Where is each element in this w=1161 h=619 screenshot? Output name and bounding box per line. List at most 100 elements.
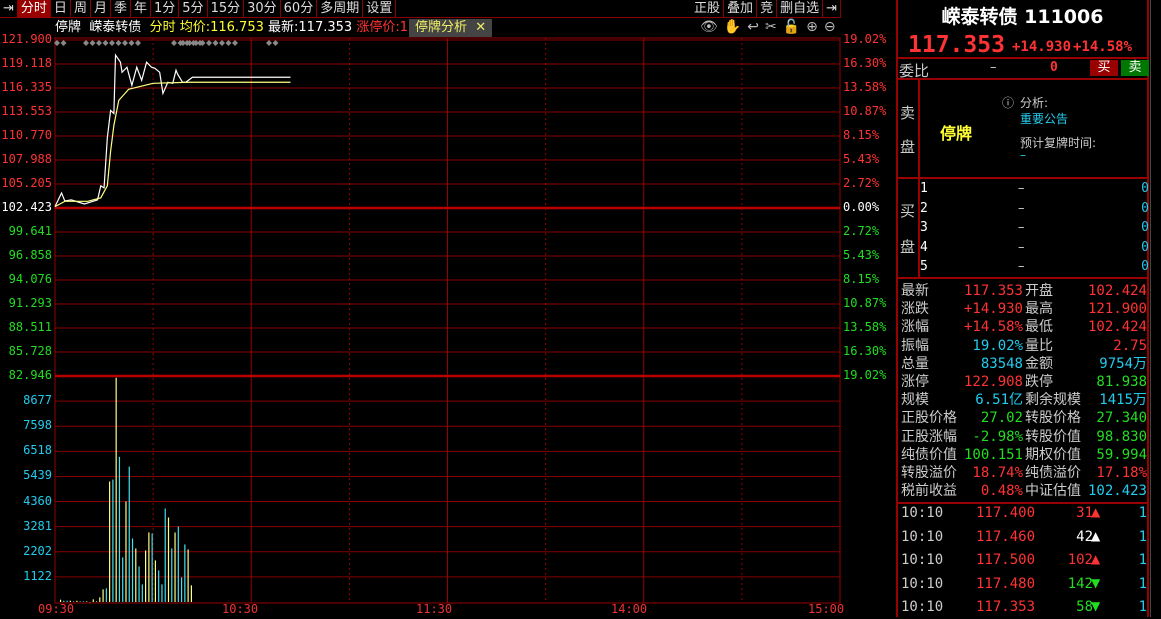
stat-value: 83548 <box>980 355 1023 372</box>
bid-level: 2 <box>920 200 928 216</box>
buy-button[interactable]: 买 <box>1090 60 1118 76</box>
event-marker-icon[interactable] <box>266 40 272 46</box>
tick-time: 10:10 <box>901 528 944 545</box>
event-marker-icon[interactable] <box>128 40 135 46</box>
trade-tick-row: 10:10 117.460 42 ▲ 1 <box>901 529 1149 549</box>
stat-label: 税前收益 <box>901 483 957 500</box>
arrow-down-icon: ▼ <box>1091 599 1101 613</box>
stat-value: 98.830 <box>1096 428 1147 445</box>
quote-change-pct: +14.58% <box>1073 39 1133 55</box>
pct-tick-label: 16.30% <box>843 56 887 70</box>
stat-row: 纯债价值 100.151 期权价值 59.994 <box>901 446 1149 464</box>
stat-value: 17.18% <box>1096 465 1147 481</box>
stat-value: 59.994 <box>1096 446 1147 463</box>
stat-label: 转股溢价 <box>901 465 957 481</box>
tick-price: 117.500 <box>976 552 1036 568</box>
bid-price: – <box>1018 259 1025 274</box>
pct-tick-label: 10.87% <box>843 104 887 118</box>
bid-row: 1 – 0 <box>920 181 1149 199</box>
bid-row: 5 – 0 <box>920 259 1149 277</box>
stat-value: 27.02 <box>980 410 1023 427</box>
trade-tick-row: 10:10 117.353 58 ▼ 1 <box>901 599 1149 619</box>
tick-price: 117.460 <box>976 528 1036 545</box>
stat-value: +14.58% <box>963 319 1023 336</box>
bid-level: 5 <box>920 259 928 274</box>
pct-tick-label: 0.00% <box>843 200 880 214</box>
tick-count: 1 <box>1138 528 1147 545</box>
event-marker-icon[interactable] <box>83 40 89 46</box>
bid-level: 4 <box>920 239 928 255</box>
tick-volume: 142 <box>1067 575 1093 592</box>
event-marker-icon[interactable] <box>272 40 279 46</box>
event-marker-icon[interactable] <box>60 40 67 46</box>
analysis-label: 分析: <box>1020 96 1049 110</box>
event-marker-icon[interactable] <box>89 40 96 46</box>
stat-value: 9754万 <box>1099 355 1147 372</box>
event-marker-icon[interactable] <box>219 40 225 46</box>
info-icon: ⓘ <box>1002 96 1015 110</box>
bid-volume: 0 <box>1141 259 1149 274</box>
price-tick-label: 116.335 <box>1 80 52 94</box>
volume-tick-label: 5439 <box>23 468 52 483</box>
stat-value: 18.74% <box>972 465 1023 481</box>
sell-button[interactable]: 卖 <box>1121 60 1149 76</box>
stat-label: 总量 <box>901 355 929 372</box>
pct-tick-label: 8.15% <box>843 272 880 286</box>
event-marker-icon[interactable] <box>122 40 128 46</box>
stat-label: 最高 <box>1025 301 1053 318</box>
resume-time-label: 预计复牌时间: <box>1020 136 1097 150</box>
quote-change: +14.930 <box>1012 39 1072 55</box>
event-marker-icon[interactable] <box>206 40 212 46</box>
price-tick-label: 113.553 <box>1 104 52 118</box>
event-marker-icon[interactable] <box>135 40 141 46</box>
buy-side-label-2: 盘 <box>900 238 916 256</box>
stat-row: 正股涨幅 -2.98% 转股价值 98.830 <box>901 428 1149 446</box>
quote-price: 117.353 <box>908 32 1005 58</box>
stat-row: 总量 83548 金额 9754万 <box>901 355 1149 373</box>
stat-label: 涨停 <box>901 374 929 390</box>
event-marker-icon[interactable] <box>115 40 122 46</box>
bid-volume: 0 <box>1141 181 1149 196</box>
trade-tick-row: 10:10 117.480 142 ▼ 1 <box>901 576 1149 596</box>
quote-title: 嵘泰转债 111006 <box>941 6 1104 28</box>
price-tick-label: 99.641 <box>8 224 52 238</box>
bid-price: – <box>1018 181 1025 196</box>
resume-time-value: – <box>1020 148 1026 162</box>
tick-time: 10:10 <box>901 505 944 521</box>
stat-row: 规模 6.51亿 剩余规模 1415万 <box>901 391 1149 409</box>
bid-volume: 0 <box>1141 200 1149 216</box>
pct-tick-label: 13.58% <box>843 80 887 94</box>
event-marker-icon[interactable] <box>109 40 115 46</box>
volume-tick-label: 1122 <box>23 568 52 583</box>
volume-tick-label: 8677 <box>23 393 52 408</box>
volume-tick-label: 7598 <box>23 418 52 433</box>
announcement-link[interactable]: 重要公告 <box>1020 110 1068 127</box>
arrow-down-icon: ▼ <box>1091 575 1101 590</box>
wb-diff: 0 <box>1050 60 1058 75</box>
trade-tick-row: 10:10 117.500 102 ▲ 1 <box>901 552 1149 572</box>
time-tick-label: 14:00 <box>611 602 648 616</box>
arrow-up-icon: ▲ <box>1091 552 1101 566</box>
event-marker-icon[interactable] <box>102 40 109 46</box>
event-marker-icon[interactable] <box>212 40 219 46</box>
stat-label: 转股价格 <box>1025 410 1081 427</box>
tick-count: 1 <box>1138 575 1147 592</box>
pct-tick-label: 10.87% <box>843 296 887 310</box>
event-marker-icon[interactable] <box>225 40 232 46</box>
event-marker-icon[interactable] <box>232 40 238 46</box>
bid-level: 1 <box>920 181 928 196</box>
tick-time: 10:10 <box>901 575 944 592</box>
event-marker-icon[interactable] <box>96 40 102 46</box>
tick-price: 117.353 <box>976 599 1036 615</box>
price-tick-label: 105.205 <box>1 176 52 190</box>
event-marker-icon[interactable] <box>171 40 177 46</box>
stat-row: 税前收益 0.48% 中证估值 102.423 <box>901 482 1149 500</box>
tick-volume: 102 <box>1067 552 1093 568</box>
pct-tick-label: 8.15% <box>843 128 880 142</box>
tick-count: 1 <box>1138 599 1147 615</box>
stat-value: 122.908 <box>963 374 1023 390</box>
intraday-chart[interactable] <box>0 0 900 617</box>
time-tick-label: 11:30 <box>416 602 453 616</box>
bid-row: 3 – 0 <box>920 220 1149 238</box>
pct-tick-label: 5.43% <box>843 152 880 166</box>
